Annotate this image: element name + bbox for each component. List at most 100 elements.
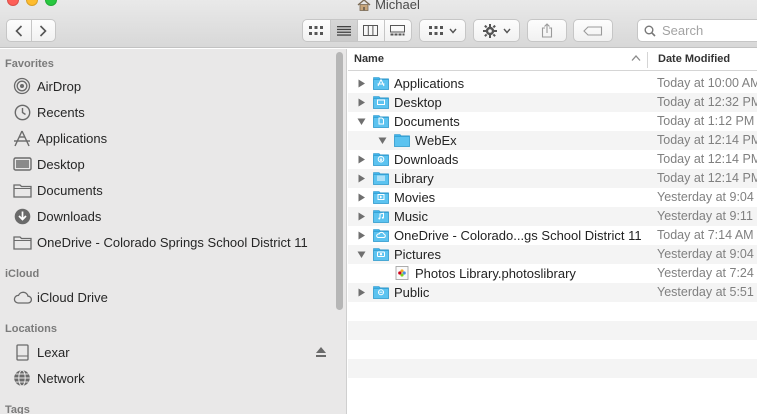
cloud-icon: [12, 288, 32, 306]
file-row[interactable]: OneDrive - Colorado...gs School District…: [348, 226, 757, 245]
file-date-modified: Today at 10:00 AM: [657, 76, 757, 90]
window-title: Michael: [375, 0, 420, 12]
edit-tags-button[interactable]: [573, 19, 613, 42]
eject-icon[interactable]: [315, 346, 327, 358]
group-by-button[interactable]: [419, 19, 466, 42]
search-input[interactable]: [662, 23, 752, 38]
sidebar-section-tags: Tags: [5, 404, 30, 414]
sidebar-item-icloud-drive[interactable]: iCloud Drive: [12, 285, 108, 309]
icon-view-button[interactable]: [303, 20, 330, 41]
file-list: Name Date Modified Applications Today at …: [348, 49, 757, 414]
file-name: Photos Library.photoslibrary: [415, 266, 576, 281]
list-view-button[interactable]: [329, 20, 357, 41]
chevron-left-icon: [15, 24, 23, 37]
forward-button[interactable]: [30, 20, 55, 41]
sidebar-item-downloads[interactable]: Downloads: [12, 204, 101, 228]
disclosure-expanded-icon[interactable]: [357, 250, 366, 259]
disclosure-collapsed-icon[interactable]: [357, 155, 366, 164]
sidebar-scrollbar[interactable]: [336, 52, 343, 310]
file-name: Desktop: [394, 95, 442, 110]
file-date-modified: Yesterday at 7:24: [657, 266, 754, 280]
column-divider[interactable]: [647, 52, 648, 68]
desktop-folder-icon: [373, 96, 389, 109]
chevron-down-icon: [502, 28, 511, 34]
file-row[interactable]: Photos Library.photoslibrary Yesterday at…: [348, 264, 757, 283]
group-grid-icon: [428, 25, 443, 35]
chevron-down-icon: [448, 28, 457, 34]
file-date-modified: Today at 12:14 PM: [657, 171, 757, 185]
file-name: Library: [394, 171, 434, 186]
file-rows: Applications Today at 10:00 AM Desktop Toda…: [348, 74, 757, 397]
sidebar-item-label: iCloud Drive: [37, 289, 108, 305]
share-icon: [541, 23, 553, 38]
disclosure-collapsed-icon[interactable]: [357, 193, 366, 202]
file-row[interactable]: Pictures Yesterday at 9:04: [348, 245, 757, 264]
file-row[interactable]: Movies Yesterday at 9:04: [348, 188, 757, 207]
applications-folder-icon: [373, 77, 389, 90]
file-date-modified: Yesterday at 5:51: [657, 285, 754, 299]
chevron-right-icon: [40, 24, 48, 37]
file-date-modified: Today at 12:32 PM: [657, 95, 757, 109]
file-date-modified: Today at 12:14 PM: [657, 152, 757, 166]
sidebar-item-applications[interactable]: Applications: [12, 126, 107, 150]
airdrop-icon: [12, 77, 32, 95]
sidebar-item-airdrop[interactable]: AirDrop: [12, 74, 81, 98]
back-button[interactable]: [7, 20, 31, 41]
window-title-bar: Michael: [0, 0, 757, 12]
file-row[interactable]: Desktop Today at 12:32 PM: [348, 93, 757, 112]
sidebar-item-label: Network: [37, 370, 85, 386]
sidebar-item-label: Documents: [37, 182, 103, 198]
disclosure-expanded-icon[interactable]: [357, 117, 366, 126]
empty-row: [348, 359, 757, 378]
sidebar-item-desktop[interactable]: Desktop: [12, 152, 85, 176]
disclosure-collapsed-icon[interactable]: [357, 98, 366, 107]
disclosure-collapsed-icon[interactable]: [357, 231, 366, 240]
sidebar-item-network[interactable]: Network: [12, 366, 85, 390]
file-row[interactable]: Music Yesterday at 9:11: [348, 207, 757, 226]
toolbar: Michael: [0, 0, 757, 48]
file-name: Music: [394, 209, 428, 224]
file-row[interactable]: WebEx Today at 12:14 PM: [348, 131, 757, 150]
sidebar-item-label: Desktop: [37, 156, 85, 172]
sidebar-section-favorites: Favorites: [5, 58, 54, 70]
sidebar-item-documents[interactable]: Documents: [12, 178, 103, 202]
empty-row: [348, 378, 757, 397]
column-view-button[interactable]: [356, 20, 384, 41]
share-button[interactable]: [527, 19, 567, 42]
file-row[interactable]: Public Yesterday at 5:51: [348, 283, 757, 302]
sort-ascending-icon: [631, 55, 641, 61]
disclosure-collapsed-icon[interactable]: [357, 212, 366, 221]
file-date-modified: Today at 12:14 PM: [657, 133, 757, 147]
pictures-folder-icon: [373, 248, 389, 261]
disclosure-collapsed-icon[interactable]: [357, 174, 366, 183]
file-name: Applications: [394, 76, 465, 91]
sidebar-item-recents[interactable]: Recents: [12, 100, 85, 124]
name-column-header[interactable]: Name: [354, 53, 384, 65]
drive-icon: [12, 343, 32, 361]
action-menu-button[interactable]: [473, 19, 520, 42]
search-field[interactable]: [637, 19, 757, 42]
view-mode-segmented-control: [302, 19, 412, 42]
gallery-view-button[interactable]: [383, 20, 411, 41]
gallery-icon: [390, 25, 406, 36]
tag-icon: [583, 25, 603, 36]
sidebar-item-lexar[interactable]: Lexar: [12, 340, 70, 364]
file-row[interactable]: Downloads Today at 12:14 PM: [348, 150, 757, 169]
sidebar: Favorites AirDrop Recents Applications D…: [0, 49, 347, 414]
disclosure-collapsed-icon[interactable]: [357, 288, 366, 297]
file-date-modified: Yesterday at 9:11: [657, 209, 753, 223]
disclosure-collapsed-icon[interactable]: [357, 79, 366, 88]
library-folder-icon: [373, 172, 389, 185]
photos-library-icon: [395, 266, 409, 280]
desktop-icon: [12, 155, 32, 173]
date-modified-column-header[interactable]: Date Modified: [658, 53, 730, 65]
applications-icon: [12, 129, 32, 147]
file-row[interactable]: Documents Today at 1:12 PM: [348, 112, 757, 131]
home-icon: [357, 0, 371, 11]
sidebar-item-onedrive[interactable]: OneDrive - Colorado Springs School Distr…: [12, 230, 308, 254]
sidebar-item-label: Recents: [37, 104, 85, 120]
file-row[interactable]: Library Today at 12:14 PM: [348, 169, 757, 188]
disclosure-expanded-icon[interactable]: [378, 136, 387, 145]
folder-icon: [12, 233, 32, 251]
file-row[interactable]: Applications Today at 10:00 AM: [348, 74, 757, 93]
